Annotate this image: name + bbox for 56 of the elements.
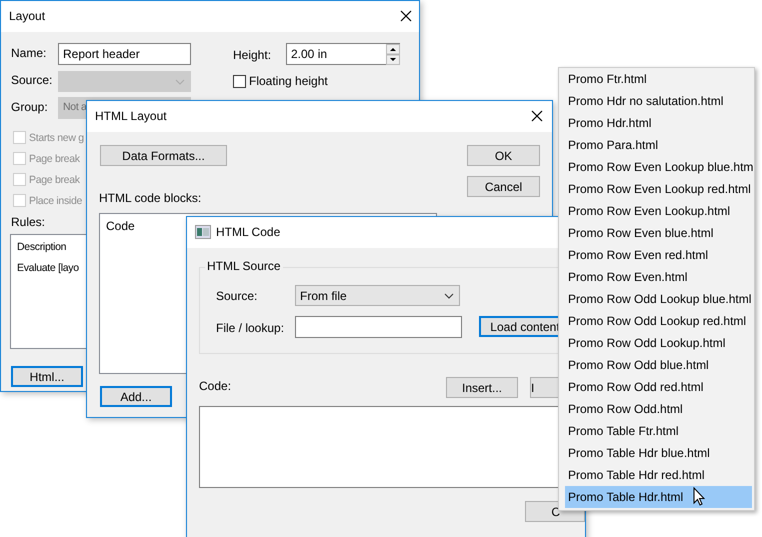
list-item[interactable]: Description (17, 240, 66, 261)
checkbox-label: Place inside (29, 194, 82, 206)
close-icon[interactable] (531, 110, 543, 122)
dropdown-item[interactable]: Promo Row Even blue.html (565, 222, 754, 244)
html-button[interactable]: Html... (11, 366, 83, 387)
name-field[interactable]: Report header (58, 43, 191, 65)
dropdown-item[interactable]: Promo Hdr.html (565, 112, 754, 134)
chevron-down-icon (175, 79, 185, 85)
group-label: Group: (11, 100, 48, 114)
dropdown-item[interactable]: Promo Table Hdr red.html (565, 464, 754, 486)
insert-button[interactable]: Insert... (446, 377, 518, 398)
list-item[interactable]: Code (106, 219, 135, 240)
dropdown-item[interactable]: Promo Row Odd red.html (565, 376, 754, 398)
source-dropdown[interactable]: From file (295, 285, 460, 306)
checkbox-label: Page break (29, 152, 80, 164)
dropdown-item[interactable]: Promo Table Hdr.html (565, 486, 752, 508)
file-lookup-label: File / lookup: (216, 321, 284, 335)
dropdown-item[interactable]: Promo Table Ftr.html (565, 420, 754, 442)
checkbox-label: Starts new g (29, 132, 84, 144)
dropdown-item[interactable]: Promo Row Odd.html (565, 398, 754, 420)
source-label: Source: (11, 73, 52, 87)
ok-button[interactable]: OK (467, 145, 540, 166)
checkbox-label: Floating height (249, 74, 328, 88)
dropdown-item[interactable]: Promo Row Odd Lookup blue.html (565, 288, 754, 310)
spinner-icon[interactable] (386, 44, 400, 65)
dropdown-item[interactable]: Promo Row Even.html (565, 266, 754, 288)
file-lookup-field[interactable] (295, 316, 462, 338)
dropdown-item[interactable]: Promo Row Even Lookup red.html (565, 178, 754, 200)
dropdown-item[interactable]: Promo Row Even red.html (565, 244, 754, 266)
data-formats-button[interactable]: Data Formats... (100, 145, 227, 166)
rules-label: Rules: (11, 215, 46, 229)
cancel-button[interactable]: Cancel (467, 176, 540, 197)
list-item[interactable]: Evaluate [layo (17, 261, 79, 282)
dropdown-item[interactable]: Promo Row Even Lookup.html (565, 200, 754, 222)
dropdown-item[interactable]: Promo Ftr.html (565, 68, 754, 90)
dropdown-item[interactable]: Promo Row Odd blue.html (565, 354, 754, 376)
group-title: HTML Source (205, 259, 283, 273)
cursor-icon (693, 487, 705, 506)
dropdown-item[interactable]: Promo Para.html (565, 134, 754, 156)
name-label: Name: (11, 46, 46, 60)
dropdown-item[interactable]: Promo Hdr no salutation.html (565, 90, 754, 112)
checkbox-label: Page break (29, 174, 80, 186)
code-label: Code: (199, 379, 232, 393)
height-label: Height: (233, 48, 272, 62)
window-icon (195, 225, 211, 239)
add-button[interactable]: Add... (100, 386, 172, 407)
dropdown-item[interactable]: Promo Row Even Lookup blue.htm (565, 156, 754, 178)
window-title: Layout (9, 9, 46, 23)
chevron-down-icon (444, 293, 454, 299)
source-label: Source: (216, 289, 258, 303)
window-title: HTML Code (216, 225, 280, 239)
close-icon[interactable] (400, 10, 412, 22)
dropdown-item[interactable]: Promo Table Hdr blue.html (565, 442, 754, 464)
code-blocks-label: HTML code blocks: (99, 191, 202, 205)
window-title: HTML Layout (95, 109, 167, 123)
checkbox[interactable] (233, 74, 246, 88)
